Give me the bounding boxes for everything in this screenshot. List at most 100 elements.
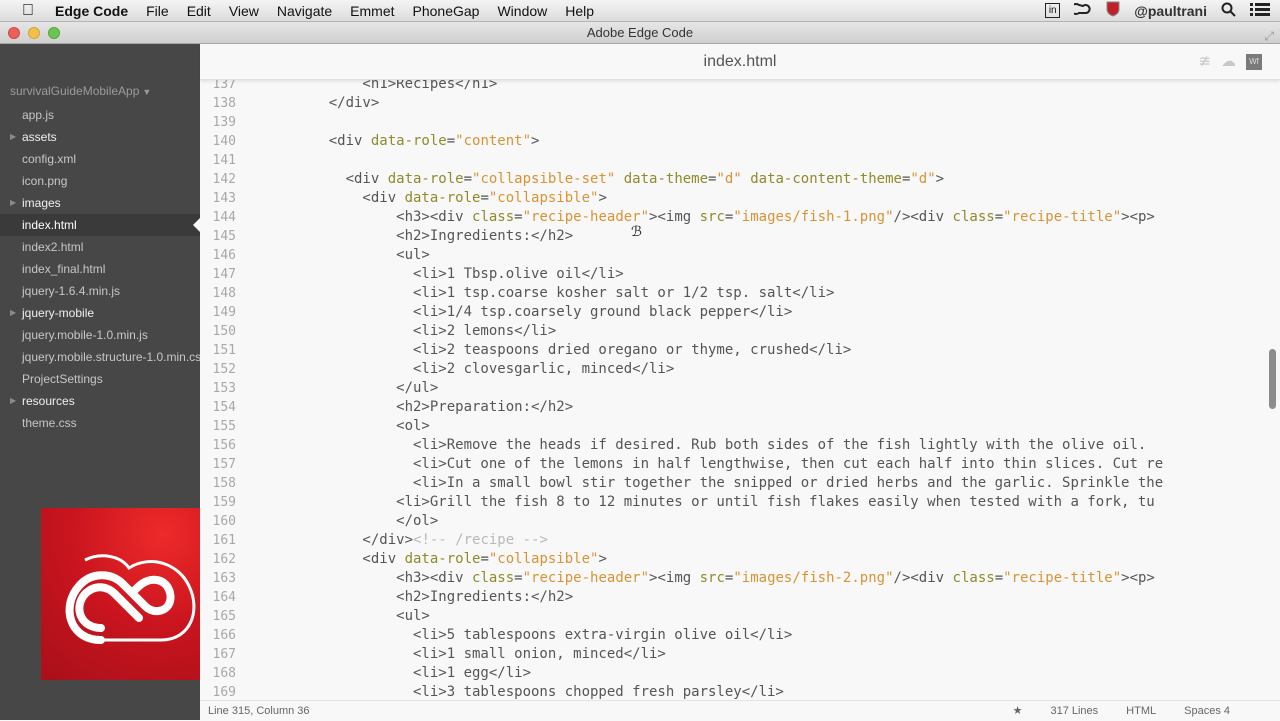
code-line[interactable]: 165 <ul> bbox=[200, 607, 1276, 626]
minimize-window-button[interactable] bbox=[28, 27, 40, 39]
linkedin-icon[interactable]: in bbox=[1045, 3, 1061, 18]
mcafee-shield-icon[interactable] bbox=[1106, 1, 1120, 20]
code-token: = bbox=[994, 570, 1004, 586]
code-line[interactable]: 142 <div data-role="collapsible-set" dat… bbox=[200, 170, 1276, 189]
code-line[interactable]: 144 <h3><div class="recipe-header"><img … bbox=[200, 208, 1276, 227]
code-line[interactable]: 160 </ol> bbox=[200, 512, 1276, 531]
code-token: <li>1/4 tsp.coarsely ground black pepper… bbox=[295, 304, 793, 320]
code-line[interactable]: 154 <h2>Preparation:</h2> bbox=[200, 398, 1276, 417]
code-token: <li>Cut one of the lemons in half length… bbox=[295, 456, 1164, 472]
code-text: <li>3 tablespoons chopped fresh parsley<… bbox=[295, 683, 784, 699]
code-token: > bbox=[598, 190, 607, 206]
live-preview-icon[interactable]: ≇ bbox=[1198, 44, 1211, 80]
code-line[interactable]: 161 </div><!-- /recipe --> bbox=[200, 531, 1276, 550]
code-token: ><img bbox=[649, 570, 700, 586]
code-token: class bbox=[472, 570, 515, 586]
line-number: 150 bbox=[212, 324, 236, 339]
tree-item-config-xml[interactable]: config.xml bbox=[0, 148, 200, 170]
code-line[interactable]: 155 <ol> bbox=[200, 417, 1276, 436]
code-line[interactable]: 147 <li>1 Tbsp.olive oil</li> bbox=[200, 265, 1276, 284]
code-line[interactable]: 151 <li>2 teaspoons dried oregano or thy… bbox=[200, 341, 1276, 360]
line-number: 138 bbox=[212, 96, 236, 111]
spotlight-search-icon[interactable] bbox=[1221, 2, 1236, 20]
code-token: "collapsible" bbox=[488, 551, 599, 567]
code-line[interactable]: 164 <h2>Ingredients:</h2> bbox=[200, 588, 1276, 607]
code-line[interactable]: 138 </div> bbox=[200, 94, 1276, 113]
folder-expand-icon[interactable]: ▶ bbox=[10, 390, 16, 412]
code-line[interactable]: 150 <li>2 lemons</li> bbox=[200, 322, 1276, 341]
code-text: <li>1 Tbsp.olive oil</li> bbox=[295, 265, 624, 284]
close-window-button[interactable] bbox=[8, 27, 20, 39]
code-line[interactable]: 140 <div data-role="content"> bbox=[200, 132, 1276, 151]
tree-item-index-html[interactable]: index.html bbox=[0, 214, 200, 236]
code-line[interactable]: 157 <li>Cut one of the lemons in half le… bbox=[200, 455, 1276, 474]
tree-item-jquery-mobile-structure-css[interactable]: jquery.mobile.structure-1.0.min.css bbox=[0, 346, 200, 368]
menu-window[interactable]: Window bbox=[488, 0, 556, 22]
menu-view[interactable]: View bbox=[220, 0, 268, 22]
tree-item-jquery-js[interactable]: jquery-1.6.4.min.js bbox=[0, 280, 200, 302]
code-line[interactable]: 153 </ul> bbox=[200, 379, 1276, 398]
code-line[interactable]: 149 <li>1/4 tsp.coarsely ground black pe… bbox=[200, 303, 1276, 322]
folder-expand-icon[interactable]: ▶ bbox=[10, 302, 16, 324]
tree-item-theme-css[interactable]: theme.css bbox=[0, 412, 200, 434]
folder-expand-icon[interactable]: ▶ bbox=[10, 126, 16, 148]
apple-menu-icon[interactable]:  bbox=[10, 2, 46, 20]
menu-phonegap[interactable]: PhoneGap bbox=[404, 0, 489, 22]
menu-app-name[interactable]: Edge Code bbox=[46, 0, 137, 22]
zoom-window-button[interactable] bbox=[48, 27, 60, 39]
tree-item-resources[interactable]: ▶ resources bbox=[0, 390, 200, 412]
code-text: <ol> bbox=[295, 417, 430, 436]
menu-navigate[interactable]: Navigate bbox=[268, 0, 341, 22]
tree-item-project-settings[interactable]: ProjectSettings bbox=[0, 368, 200, 390]
tree-item-index2-html[interactable]: index2.html bbox=[0, 236, 200, 258]
menu-emmet[interactable]: Emmet bbox=[341, 0, 403, 22]
tree-item-assets[interactable]: ▶ assets bbox=[0, 126, 200, 148]
status-bar: Line 315, Column 36 ★ 317 Lines HTML Spa… bbox=[200, 700, 1280, 720]
tree-item-app-js[interactable]: app.js bbox=[0, 104, 200, 126]
creative-cloud-icon[interactable] bbox=[1070, 2, 1092, 19]
code-line[interactable]: 159 <li>Grill the fish 8 to 12 minutes o… bbox=[200, 493, 1276, 512]
menu-help[interactable]: Help bbox=[556, 0, 603, 22]
line-number: 145 bbox=[212, 229, 236, 244]
web-fonts-icon[interactable]: Wf bbox=[1246, 54, 1262, 70]
code-line[interactable]: 152 <li>2 clovesgarlic, minced</li> bbox=[200, 360, 1276, 379]
vertical-scrollbar[interactable] bbox=[1269, 349, 1276, 409]
code-line[interactable]: 141 bbox=[200, 151, 1276, 170]
tree-item-index-final-html[interactable]: index_final.html bbox=[0, 258, 200, 280]
code-token: <li>1 small onion, minced</li> bbox=[295, 646, 666, 662]
user-name[interactable]: @paultrani bbox=[1134, 3, 1207, 19]
notification-center-icon[interactable] bbox=[1250, 2, 1270, 20]
tree-item-label: images bbox=[22, 196, 61, 210]
tree-item-icon-png[interactable]: icon.png bbox=[0, 170, 200, 192]
code-line[interactable]: 148 <li>1 tsp.coarse kosher salt or 1/2 … bbox=[200, 284, 1276, 303]
code-line[interactable]: 169 <li>3 tablespoons chopped fresh pars… bbox=[200, 683, 1276, 699]
indent-setting[interactable]: Spaces 4 bbox=[1184, 701, 1230, 721]
code-line[interactable]: 163 <h3><div class="recipe-header"><img … bbox=[200, 569, 1276, 588]
code-token: <li>Grill the fish 8 to 12 minutes or un… bbox=[295, 494, 1155, 510]
line-number: 161 bbox=[212, 533, 236, 548]
code-line[interactable]: 168 <li>1 egg</li> bbox=[200, 664, 1276, 683]
tree-item-jquery-mobile-js[interactable]: jquery.mobile-1.0.min.js bbox=[0, 324, 200, 346]
code-line[interactable]: 158 <li>In a small bowl stir together th… bbox=[200, 474, 1276, 493]
tree-item-jquery-mobile[interactable]: ▶ jquery-mobile bbox=[0, 302, 200, 324]
code-line[interactable]: 166 <li>5 tablespoons extra-virgin olive… bbox=[200, 626, 1276, 645]
tree-item-images[interactable]: ▶ images bbox=[0, 192, 200, 214]
folder-expand-icon[interactable]: ▶ bbox=[10, 192, 16, 214]
code-line[interactable]: 143 <div data-role="collapsible"> bbox=[200, 189, 1276, 208]
text-cursor-icon: ℬ bbox=[631, 223, 643, 239]
code-line[interactable]: 162 <div data-role="collapsible"> bbox=[200, 550, 1276, 569]
line-number: 159 bbox=[212, 495, 236, 510]
language-selector[interactable]: HTML bbox=[1126, 701, 1156, 721]
star-icon[interactable]: ★ bbox=[1013, 701, 1023, 721]
menu-file[interactable]: File bbox=[137, 0, 178, 22]
code-line[interactable]: 146 <ul> bbox=[200, 246, 1276, 265]
menu-edit[interactable]: Edit bbox=[178, 0, 220, 22]
code-line[interactable]: 145 <h2>Ingredients:</h2> bbox=[200, 227, 1276, 246]
project-dropdown[interactable]: survivalGuideMobileApp ▼ bbox=[10, 84, 151, 98]
code-line[interactable]: 167 <li>1 small onion, minced</li> bbox=[200, 645, 1276, 664]
code-line[interactable]: 139 bbox=[200, 113, 1276, 132]
extract-icon[interactable]: ☁ bbox=[1221, 44, 1236, 80]
code-editor[interactable]: 137 <h1>Recipes</h1> 138 </div> 139 140 <di… bbox=[200, 75, 1276, 699]
code-line[interactable]: 156 <li>Remove the heads if desired. Rub… bbox=[200, 436, 1276, 455]
line-number: 167 bbox=[212, 647, 236, 662]
